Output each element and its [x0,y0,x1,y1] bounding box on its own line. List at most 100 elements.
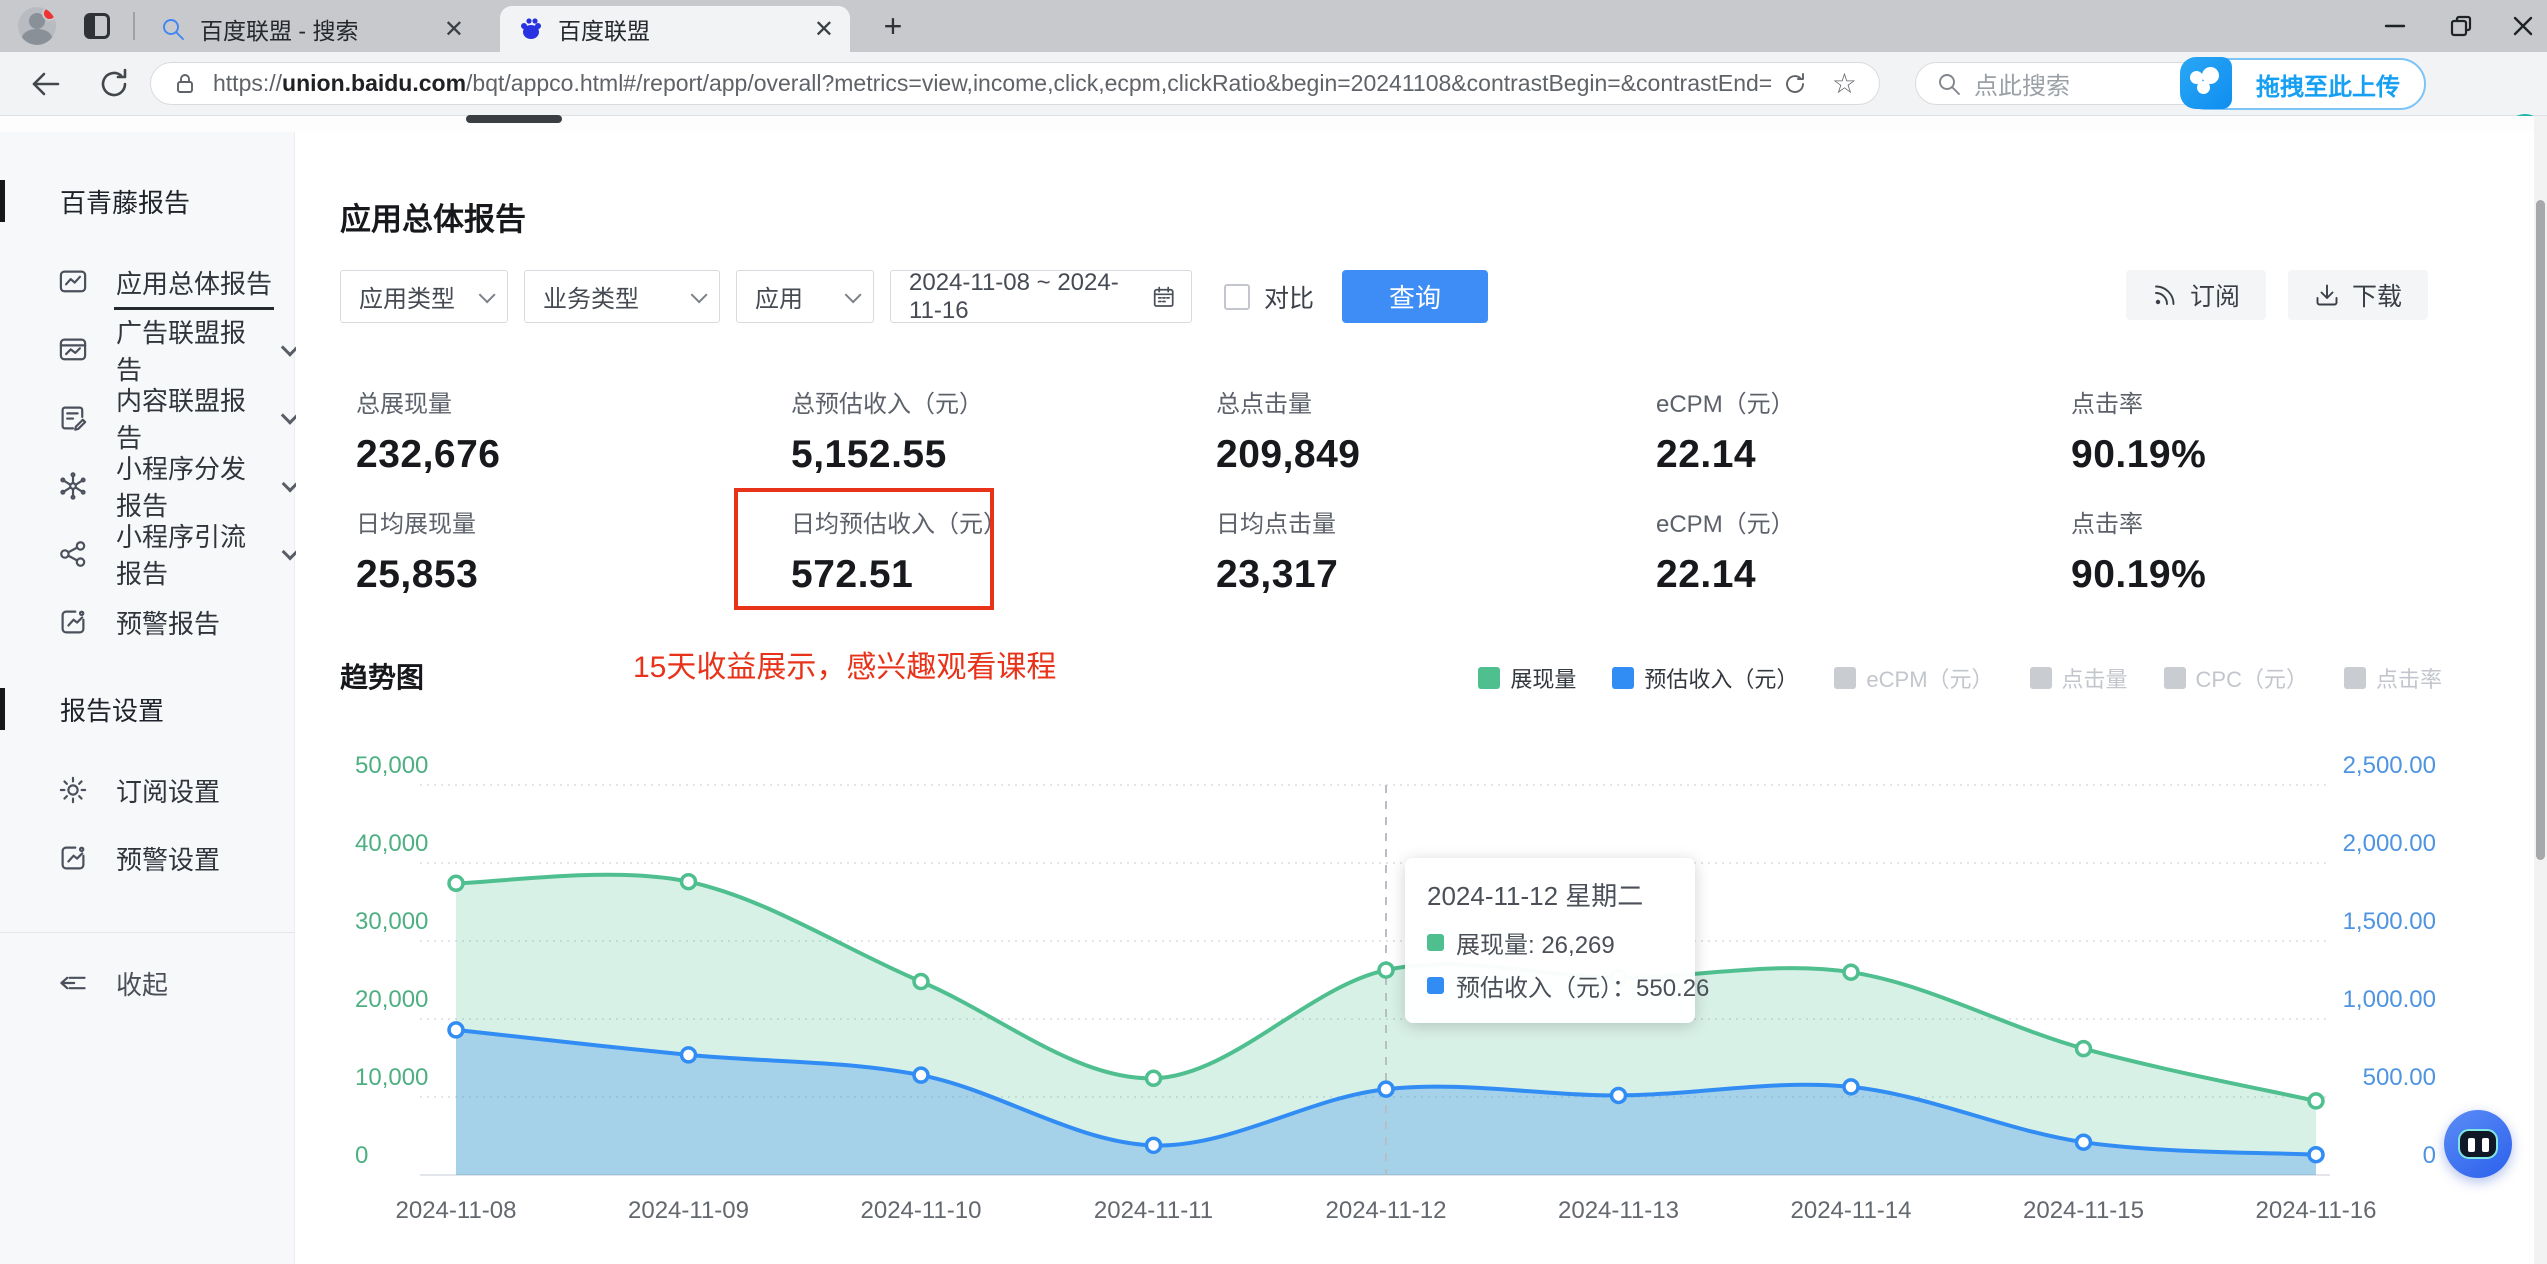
report-chart-icon [59,270,87,293]
svg-text:30,000: 30,000 [355,908,428,935]
stat-ctr: 点击率 90.19% [2071,391,2207,476]
sidebar-item-alert-report[interactable]: 预警报告 [0,588,294,656]
tab-close-icon[interactable]: ✕ [444,15,464,44]
browser-toolbar: https://union.baidu.com/bqt/appco.html#/… [0,52,2547,154]
tooltip-swatch [1427,977,1444,994]
workspaces-icon[interactable] [84,13,110,39]
sidebar-item-content-union-report[interactable]: 内容联盟报告 [0,384,300,453]
svg-text:2024-11-13: 2024-11-13 [1558,1197,1679,1224]
date-range-picker[interactable]: 2024-11-08 ~ 2024-11-16 [890,269,1192,324]
minimize-button[interactable] [2364,0,2426,52]
download-icon [2316,284,2338,306]
subscribe-button[interactable]: 订阅 [2125,270,2266,320]
tab-baidu-search[interactable]: 百度联盟 - 搜索 ✕ [142,6,480,52]
svg-text:2024-11-15: 2024-11-15 [2023,1197,2144,1224]
svg-text:500.00: 500.00 [2363,1064,2436,1091]
svg-text:10,000: 10,000 [355,1064,428,1091]
favorites-strip [0,116,2547,132]
chevron-down-icon [478,285,496,303]
favorite-star-icon[interactable]: ☆ [1832,67,1857,100]
sidebar-item-miniapp-traffic-report[interactable]: 小程序引流报告 [0,520,301,589]
assistant-robot-button[interactable] [2444,1110,2512,1178]
legend-ctr[interactable]: 点击率 [2343,662,2442,694]
tooltip-date: 2024-11-12 星期二 [1427,881,1644,911]
chevron-down-icon [690,285,708,303]
sidebar-item-ad-union-report[interactable]: 广告联盟报告 [0,316,300,385]
legend-swatch [1834,667,1857,689]
legend-impressions[interactable]: 展现量 [1478,662,1576,694]
filter-bar: 应用类型 业务类型 应用 2024-11-08 ~ 2024-11-16 对比 … [340,269,1489,324]
legend-ecpm[interactable]: eCPM（元） [1834,662,1994,694]
address-bar[interactable]: https://union.baidu.com/bqt/appco.html#/… [150,62,1880,105]
gear-icon [59,776,87,804]
svg-text:0: 0 [2423,1142,2436,1169]
url-text: https://union.baidu.com/bqt/appco.html#/… [213,70,1773,96]
scrollbar-thumb[interactable] [2536,200,2545,860]
restore-button[interactable] [2430,0,2492,52]
sidebar-item-app-overall-report[interactable]: 应用总体报告 [0,248,294,316]
stat-daily-ecpm: eCPM（元） 22.14 [1656,511,1795,596]
chevron-down-icon [844,285,862,303]
page-content: 百青藤报告 应用总体报告 广告联盟报告 内容联盟报告 小程序分发报告 小程序引流… [0,132,2547,1264]
titlebar-divider [133,12,135,40]
tab-close-icon[interactable]: ✕ [814,15,834,44]
sidebar-item-miniapp-distribution-report[interactable]: 小程序分发报告 [0,452,301,521]
main-panel: 应用总体报告 应用类型 业务类型 应用 2024-11-08 ~ 2024-11… [296,132,2534,1264]
compare-checkbox[interactable] [1224,283,1250,310]
svg-text:2024-11-08: 2024-11-08 [396,1197,517,1224]
stat-total-clicks: 总点击量 209,849 [1216,391,1361,476]
page-refresh-icon[interactable] [1782,71,1808,97]
sidebar-item-subscription-settings[interactable]: 订阅设置 [0,756,294,824]
stat-ecpm: eCPM（元） 22.14 [1656,391,1795,476]
avatar-body-icon [22,29,52,45]
rss-icon [2155,285,2175,305]
page-title: 应用总体报告 [340,202,526,237]
sidebar-divider [0,932,294,933]
trend-chart[interactable]: 50,000 2,500.00 40,000 2,000.00 30,000 1,500.… [340,740,2444,1245]
profile-avatar[interactable] [18,7,56,45]
dark-indicator-bar [466,115,562,123]
app-select[interactable]: 应用 [736,270,874,323]
svg-text:2024-11-10: 2024-11-10 [861,1197,982,1224]
close-button[interactable] [2492,0,2547,52]
netdisk-upload-badge[interactable]: 拖拽至此上传 [2180,57,2426,110]
stat-total-income: 总预估收入（元） 5,152.55 [791,391,983,476]
back-icon[interactable] [28,66,64,102]
legend-swatch [1612,667,1635,689]
tab-baidu-union[interactable]: 百度联盟 ✕ [500,6,850,52]
chart-tooltip: 2024-11-12 星期二 展现量: 26,269 预估收入（元）：550.2… [1405,858,1709,1023]
alert-settings-icon [61,846,85,870]
sidebar-item-alert-settings[interactable]: 预警设置 [0,824,294,892]
chart-legend: 展现量 预估收入（元） eCPM（元） 点击量 CPC（元） 点击率 [1442,662,2442,694]
tab-title: 百度联盟 - 搜索 [200,18,359,44]
svg-text:1,000.00: 1,000.00 [2343,986,2436,1013]
tooltip-swatch [1427,934,1444,951]
collapse-icon [60,976,86,990]
window-scrollbar[interactable] [2534,116,2547,1264]
app-type-select[interactable]: 应用类型 [340,270,508,323]
legend-income[interactable]: 预估收入（元） [1612,662,1798,694]
reload-icon[interactable] [96,66,132,102]
new-tab-button[interactable]: + [872,8,914,46]
legend-swatch [2343,667,2366,689]
query-button[interactable]: 查询 [1342,270,1489,323]
hub-icon [60,472,86,500]
legend-cpc[interactable]: CPC（元） [2163,662,2308,694]
svg-text:2024-11-14: 2024-11-14 [1791,1197,1912,1224]
legend-clicks[interactable]: 点击量 [2029,662,2128,694]
calendar-icon [1153,286,1174,307]
report-tools: 订阅 下载 [2104,270,2428,320]
sidebar: 百青藤报告 应用总体报告 广告联盟报告 内容联盟报告 小程序分发报告 小程序引流… [0,132,301,1264]
download-button[interactable]: 下载 [2287,270,2428,320]
stat-daily-impressions: 日均展现量 25,853 [356,511,479,596]
legend-swatch [2029,667,2052,689]
stat-daily-ctr: 点击率 90.19% [2071,511,2207,596]
stat-daily-clicks: 日均点击量 23,317 [1216,511,1339,596]
svg-text:2,000.00: 2,000.00 [2343,830,2436,857]
biz-type-select[interactable]: 业务类型 [524,270,720,323]
sidebar-collapse-button[interactable]: 收起 [0,949,294,1017]
annotation-text: 15天收益展示，感兴趣观看课程 [633,651,1057,684]
sidebar-section-reports: 百青藤报告 [0,178,294,224]
compare-label: 对比 [1264,284,1315,313]
trend-chart-svg: 50,000 2,500.00 40,000 2,000.00 30,000 1,500.… [355,752,2436,1224]
